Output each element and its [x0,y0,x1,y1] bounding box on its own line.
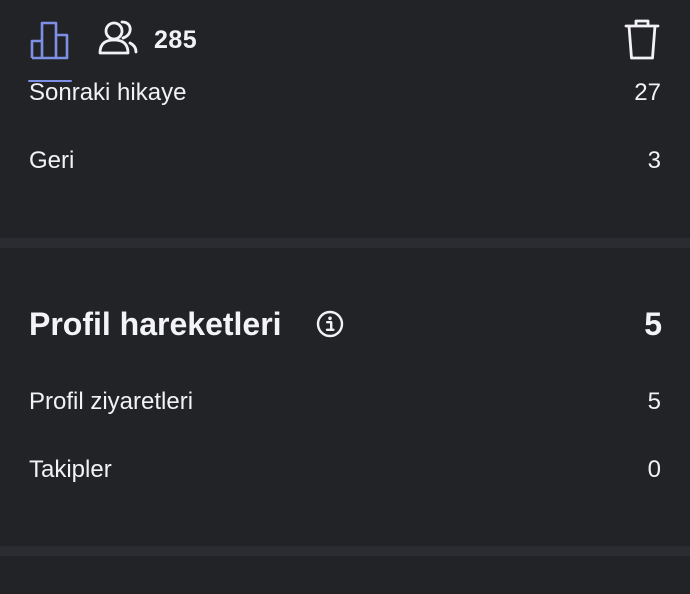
info-icon[interactable] [316,310,344,338]
section-divider [0,238,690,248]
story-insights-topbar: 285 [0,0,690,82]
list-item-geri: Geri 3 [0,136,690,186]
viewers-icon [96,17,140,64]
row-label: Geri [29,147,75,174]
viewer-count: 285 [154,25,198,54]
row-value: 3 [647,147,661,174]
profile-activity-header: Profil hareketleri 5 [0,296,690,352]
tab-insights[interactable] [22,14,78,82]
row-value: 0 [647,456,661,483]
row-value: 5 [647,388,661,415]
list-item-profil-ziyaretleri: Profil ziyaretleri 5 [0,377,690,427]
bar-chart-icon [29,19,71,66]
section-title: Profil hareketleri [29,306,282,342]
trash-icon [623,17,661,66]
active-tab-indicator [28,80,72,82]
section-total: 5 [644,306,662,342]
list-item-takipler: Takipler 0 [0,445,690,495]
row-label: Profil ziyaretleri [29,388,194,415]
tab-viewers[interactable]: 285 [96,16,197,64]
section-divider [0,546,690,556]
delete-button[interactable] [616,14,668,68]
row-label: Takipler [29,456,112,483]
